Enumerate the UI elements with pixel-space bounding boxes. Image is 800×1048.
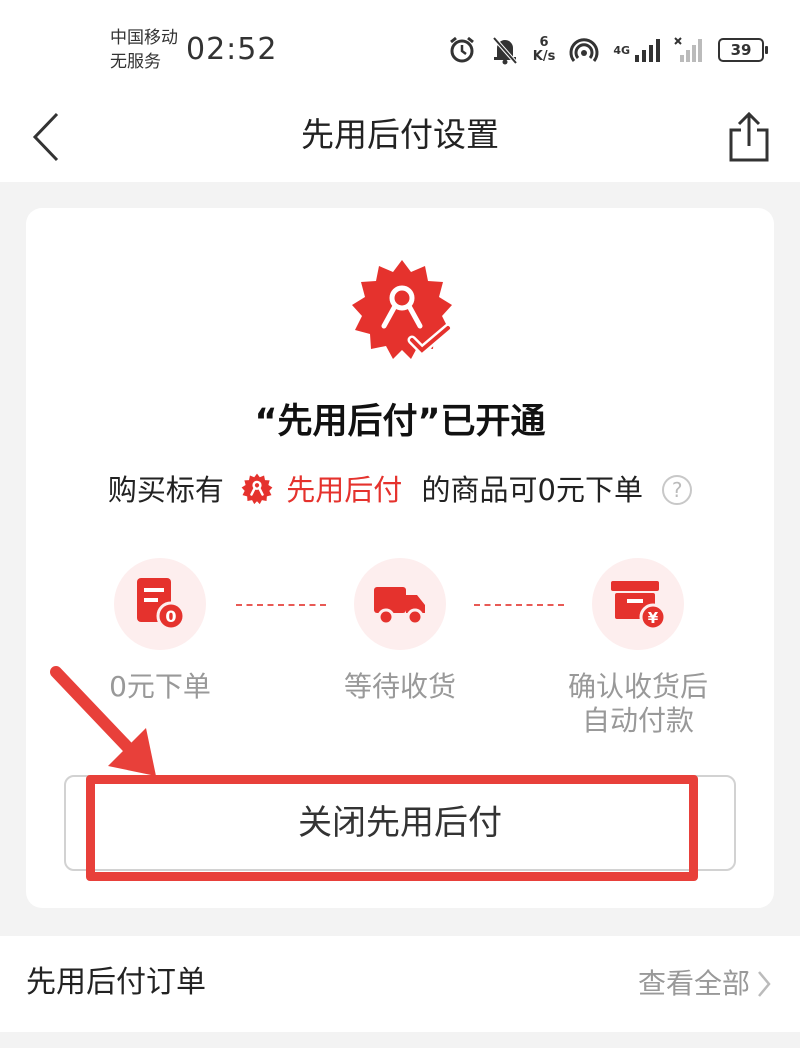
pay-later-orders-row[interactable]: 先用后付订单 查看全部 <box>0 936 800 1032</box>
status-time: 02:52 <box>186 32 278 67</box>
chevron-right-icon <box>758 971 771 997</box>
status-bar: 中国移动 无服务 02:52 6 K/s 4G 39 <box>0 0 800 92</box>
step-pay-icon-wrap: ¥ <box>592 558 684 650</box>
page-title: 先用后付设置 <box>301 115 499 154</box>
step-wait-icon-wrap <box>354 558 446 650</box>
pay-later-description: 购买标有 先用后付 的商品可0元下单 ? <box>26 470 774 510</box>
status-icons: 6 K/s 4G 39 <box>447 30 768 70</box>
pay-later-badge-icon <box>352 260 453 359</box>
pay-later-badge-small-icon <box>241 473 273 505</box>
step-label-order: 0元下单 <box>50 670 270 704</box>
carrier-name: 中国移动 <box>110 28 178 48</box>
network-type-label: 4G <box>613 43 630 57</box>
step-label-pay: 确认收货后 自动付款 <box>528 670 748 738</box>
view-all-label: 查看全部 <box>637 967 750 1000</box>
help-circle-icon[interactable]: ? <box>662 475 693 505</box>
orders-title: 先用后付订单 <box>26 965 206 1000</box>
signal-strength-icon <box>635 39 660 62</box>
step-order-badge-text: 0 <box>165 607 176 626</box>
description-suffix: 的商品可0元下单 <box>421 473 643 507</box>
payment-box-icon: ¥ <box>611 581 667 631</box>
no-signal-icon <box>674 37 702 62</box>
share-button[interactable] <box>722 104 776 170</box>
speed-unit: K/s <box>532 49 556 64</box>
hotspot-icon <box>569 38 599 62</box>
step-label-line: 0元下单 <box>109 670 211 703</box>
step-pay-badge-text: ¥ <box>648 609 659 627</box>
network-speed: 6 K/s <box>533 36 556 64</box>
close-pay-later-label[interactable]: 关闭先用后付 <box>0 800 800 846</box>
activation-headline: “先用后付”已开通 <box>254 402 546 442</box>
share-icon <box>729 112 769 162</box>
step-connector <box>474 604 564 606</box>
description-prefix: 购买标有 <box>107 473 224 507</box>
step-order-icon-wrap: 0 <box>114 558 206 650</box>
service-status: 无服务 <box>110 52 161 72</box>
mute-bell-icon <box>492 36 518 65</box>
alarm-icon <box>449 36 474 63</box>
step-label-line: 等待收货 <box>343 670 456 703</box>
pay-later-settings-page: 中国移动 无服务 02:52 6 K/s 4G 39 先用后付设置 “先用后付”… <box>0 0 800 1048</box>
step-label-line-2: 自动付款 <box>581 704 694 737</box>
delivery-truck-icon <box>374 587 425 626</box>
description-highlight: 先用后付 <box>286 473 403 507</box>
navigation-bar: 先用后付设置 <box>0 92 800 182</box>
carrier-info: 中国移动 无服务 <box>110 26 178 74</box>
order-document-icon: 0 <box>137 578 186 631</box>
step-label-wait: 等待收货 <box>290 670 510 704</box>
step-label-line: 确认收货后 <box>567 670 708 703</box>
step-connector <box>236 604 326 606</box>
view-all-link[interactable]: 查看全部 <box>638 964 772 1004</box>
speed-value: 6 <box>539 35 549 50</box>
battery-indicator: 39 <box>718 38 768 62</box>
